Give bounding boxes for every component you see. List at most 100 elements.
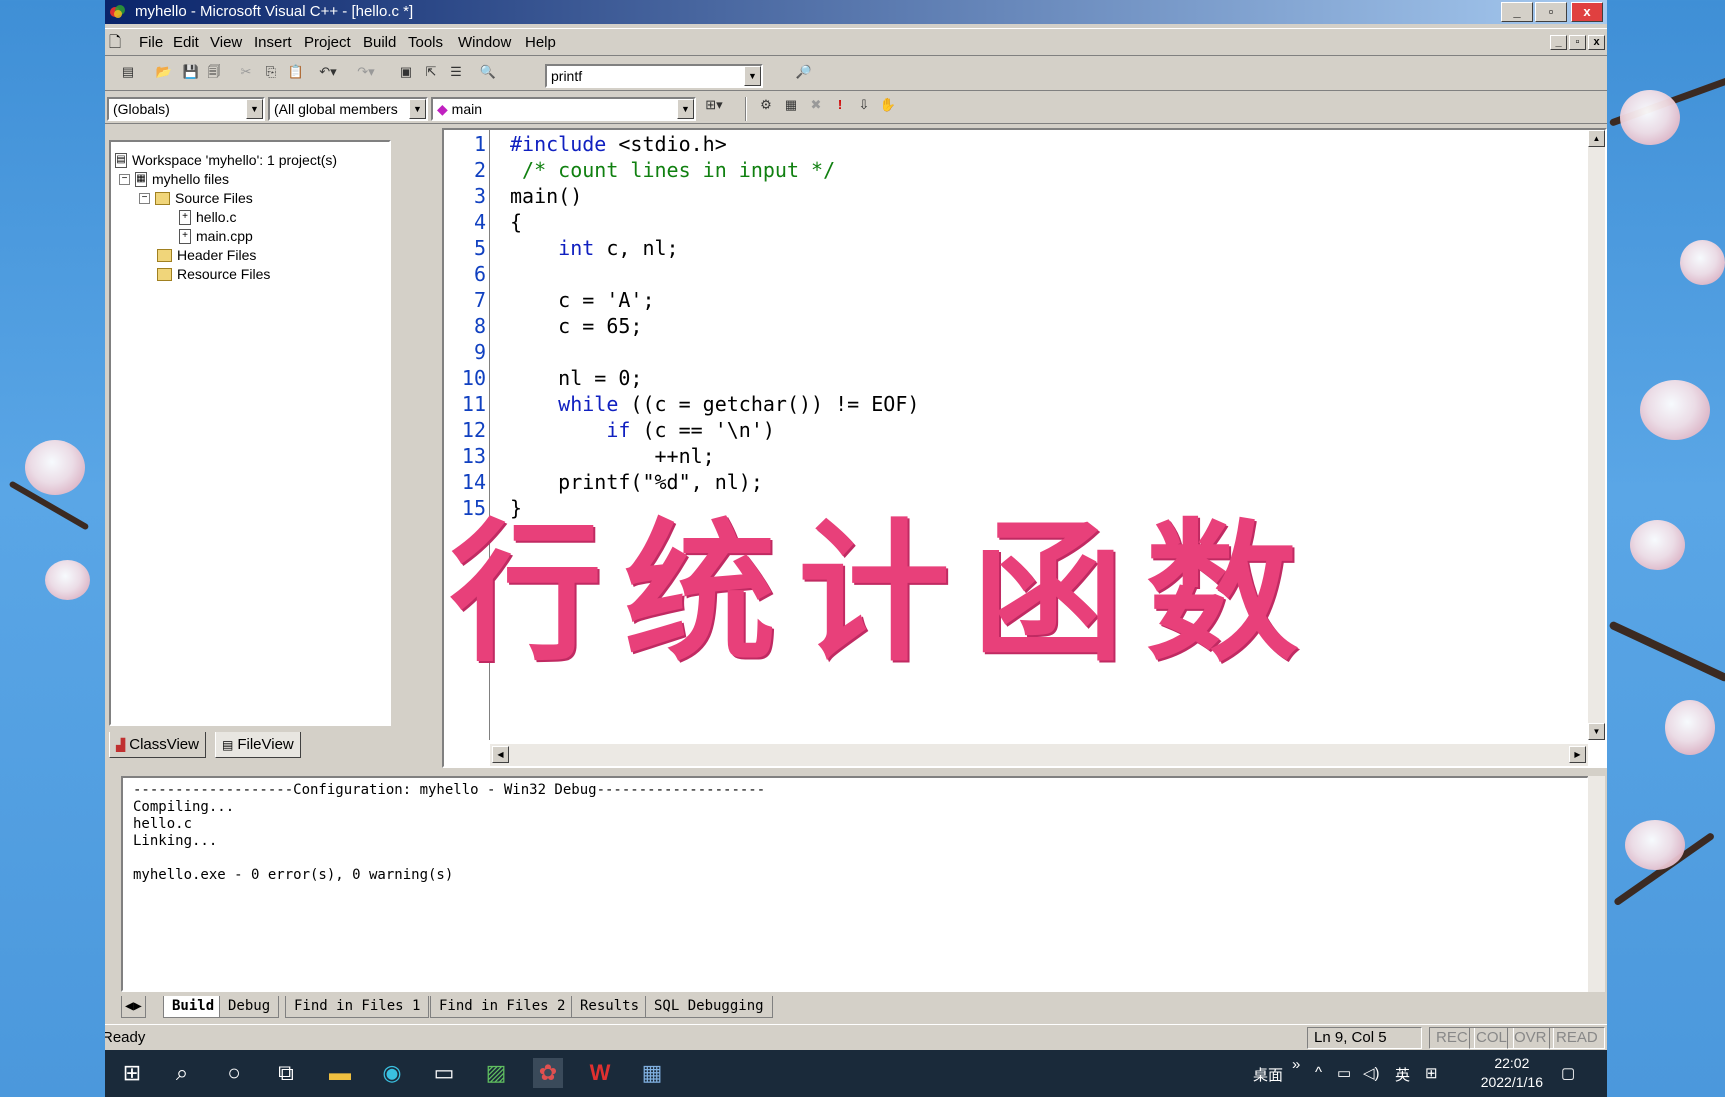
output-tab[interactable]: Debug — [219, 996, 280, 1018]
notepad-icon[interactable]: ▨ — [481, 1058, 511, 1088]
build-output[interactable]: -------------------Configuration: myhell… — [121, 776, 1589, 992]
menu-file[interactable]: File — [139, 34, 163, 51]
cortana-icon[interactable]: ○ — [219, 1058, 249, 1088]
terminal-icon[interactable]: ▭ — [429, 1058, 459, 1088]
output-tab[interactable]: Build — [163, 996, 224, 1018]
find-in-files-icon[interactable]: 🔍 — [477, 61, 499, 83]
cut-icon[interactable]: ✂ — [235, 61, 257, 83]
menu-edit[interactable]: Edit — [173, 34, 199, 51]
output-scrollbar[interactable] — [1588, 776, 1605, 992]
execute-icon[interactable]: ! — [829, 94, 851, 116]
file-item[interactable]: + hello.c — [179, 209, 236, 225]
tab-classview[interactable]: ▟ ClassView — [109, 732, 206, 758]
scroll-right-icon[interactable]: ▶ — [1569, 746, 1586, 763]
ime-desktop-label[interactable]: 桌面 — [1253, 1064, 1283, 1085]
scope-combo[interactable]: (Globals) ▼ — [107, 97, 265, 121]
output-tab[interactable]: SQL Debugging — [645, 996, 773, 1018]
save-icon[interactable]: 💾 — [180, 61, 202, 83]
title-bar[interactable]: myhello - Microsoft Visual C++ - [hello.… — [105, 0, 1607, 24]
menu-view[interactable]: View — [210, 34, 242, 51]
file-explorer-icon[interactable]: ▬ — [325, 1058, 355, 1088]
code-token: { — [510, 210, 523, 234]
search-icon[interactable]: ⌕ — [167, 1058, 197, 1088]
volume-icon[interactable]: ◁) — [1363, 1064, 1380, 1082]
output-tab-scroll-icon[interactable]: ◀▶ — [121, 996, 146, 1018]
wizard-action-icon[interactable]: ⊞▾ — [703, 94, 725, 116]
open-icon[interactable]: 📂 — [153, 61, 175, 83]
app-icon — [110, 5, 125, 18]
status-bar: Ready Ln 9, Col 5 REC COL OVR READ — [105, 1024, 1607, 1050]
scroll-down-icon[interactable]: ▼ — [1588, 723, 1605, 740]
file-item[interactable]: + main.cpp — [179, 228, 253, 244]
paste-icon[interactable]: 📋 — [285, 61, 307, 83]
mdi-restore-button[interactable]: ▫ — [1569, 35, 1586, 50]
search-icon[interactable]: 🔎 — [793, 61, 815, 83]
project-label: myhello files — [152, 171, 230, 187]
chevron-down-icon[interactable]: ▼ — [744, 66, 761, 86]
menu-help[interactable]: Help — [525, 34, 556, 51]
scroll-left-icon[interactable]: ◀ — [492, 746, 509, 763]
redo-icon[interactable]: ↷▾ — [355, 61, 377, 83]
output-tab[interactable]: Find in Files 2 — [430, 996, 575, 1018]
output-toggle-icon[interactable]: ⇱ — [420, 61, 442, 83]
show-hidden-icon[interactable]: ^ — [1315, 1064, 1322, 1081]
windows-list-icon[interactable]: ☰ — [445, 61, 467, 83]
tab-fileview[interactable]: ▤ FileView — [215, 732, 301, 758]
line-number: 5 — [473, 236, 486, 260]
resource-files-folder[interactable]: Resource Files — [157, 266, 270, 282]
code-line: c = 65; — [510, 314, 642, 338]
scroll-up-icon[interactable]: ▲ — [1588, 130, 1605, 147]
menu-build[interactable]: Build — [363, 34, 396, 51]
compile-icon[interactable]: ⚙ — [755, 94, 777, 116]
mdi-minimize-button[interactable]: _ — [1550, 35, 1567, 50]
chevron-down-icon[interactable]: ▼ — [246, 99, 263, 119]
line-number: 13 — [461, 444, 486, 468]
function-combo[interactable]: ◆ main ▼ — [431, 97, 696, 121]
start-icon[interactable]: ⊞ — [117, 1058, 147, 1088]
copy-icon[interactable]: ⎘ — [260, 61, 282, 83]
build-icon[interactable]: ▦ — [780, 94, 802, 116]
edge-icon[interactable]: ◉ — [377, 1058, 407, 1088]
workspace-root[interactable]: ▤ Workspace 'myhello': 1 project(s) — [115, 152, 337, 168]
visual-cpp-icon[interactable]: ✿ — [533, 1058, 563, 1088]
workspace-icon[interactable]: ▤ — [117, 61, 139, 83]
menu-window[interactable]: Window — [458, 34, 511, 51]
workspace-toggle-icon[interactable]: ▣ — [395, 61, 417, 83]
close-button[interactable]: x — [1571, 2, 1603, 22]
expand-tray-icon[interactable]: » — [1292, 1056, 1300, 1073]
header-files-folder[interactable]: Header Files — [157, 247, 256, 263]
restore-button[interactable]: ▫ — [1535, 2, 1567, 22]
clock[interactable]: 22:02 2022/1/16 — [1481, 1054, 1543, 1092]
stop-build-icon[interactable]: ✖ — [805, 94, 827, 116]
notification-icon[interactable]: ▢ — [1561, 1064, 1575, 1082]
output-tab[interactable]: Results — [571, 996, 649, 1018]
network-icon[interactable]: ▭ — [1337, 1064, 1351, 1082]
menu-project[interactable]: Project — [304, 34, 351, 51]
ime-lang-label[interactable]: 英 — [1395, 1064, 1410, 1085]
ime-mode-icon[interactable]: ⊞ — [1425, 1064, 1438, 1082]
breakpoint-hand-icon[interactable]: ✋ — [877, 94, 899, 116]
undo-icon[interactable]: ↶▾ — [317, 61, 339, 83]
horizontal-scrollbar[interactable]: ◀ ▶ — [490, 744, 1588, 766]
vertical-scrollbar[interactable]: ▲ ▼ — [1588, 130, 1605, 740]
minimize-button[interactable]: _ — [1501, 2, 1533, 22]
project-node[interactable]: − ▦ myhello files — [119, 171, 229, 187]
wps-icon[interactable]: W — [585, 1058, 615, 1088]
menu-tools[interactable]: Tools — [408, 34, 443, 51]
output-tab[interactable]: Find in Files 1 — [285, 996, 430, 1018]
mdi-close-button[interactable]: x — [1588, 35, 1605, 50]
find-combo[interactable]: printf ▼ — [545, 64, 763, 88]
source-files-folder[interactable]: − Source Files — [139, 190, 253, 206]
go-icon[interactable]: ⇩ — [853, 94, 875, 116]
chevron-down-icon[interactable]: ▼ — [677, 99, 694, 119]
collapse-icon[interactable]: − — [119, 173, 130, 185]
collapse-icon[interactable]: − — [139, 192, 150, 204]
chevron-down-icon[interactable]: ▼ — [409, 99, 426, 119]
members-combo[interactable]: (All global members ▼ — [268, 97, 428, 121]
task-view-icon[interactable]: ⧉ — [271, 1058, 301, 1088]
save-all-icon[interactable]: 🗐 — [203, 61, 225, 83]
output-line: -------------------Configuration: myhell… — [133, 782, 766, 798]
calculator-icon[interactable]: ▦ — [637, 1058, 667, 1088]
menu-insert[interactable]: Insert — [254, 34, 292, 51]
